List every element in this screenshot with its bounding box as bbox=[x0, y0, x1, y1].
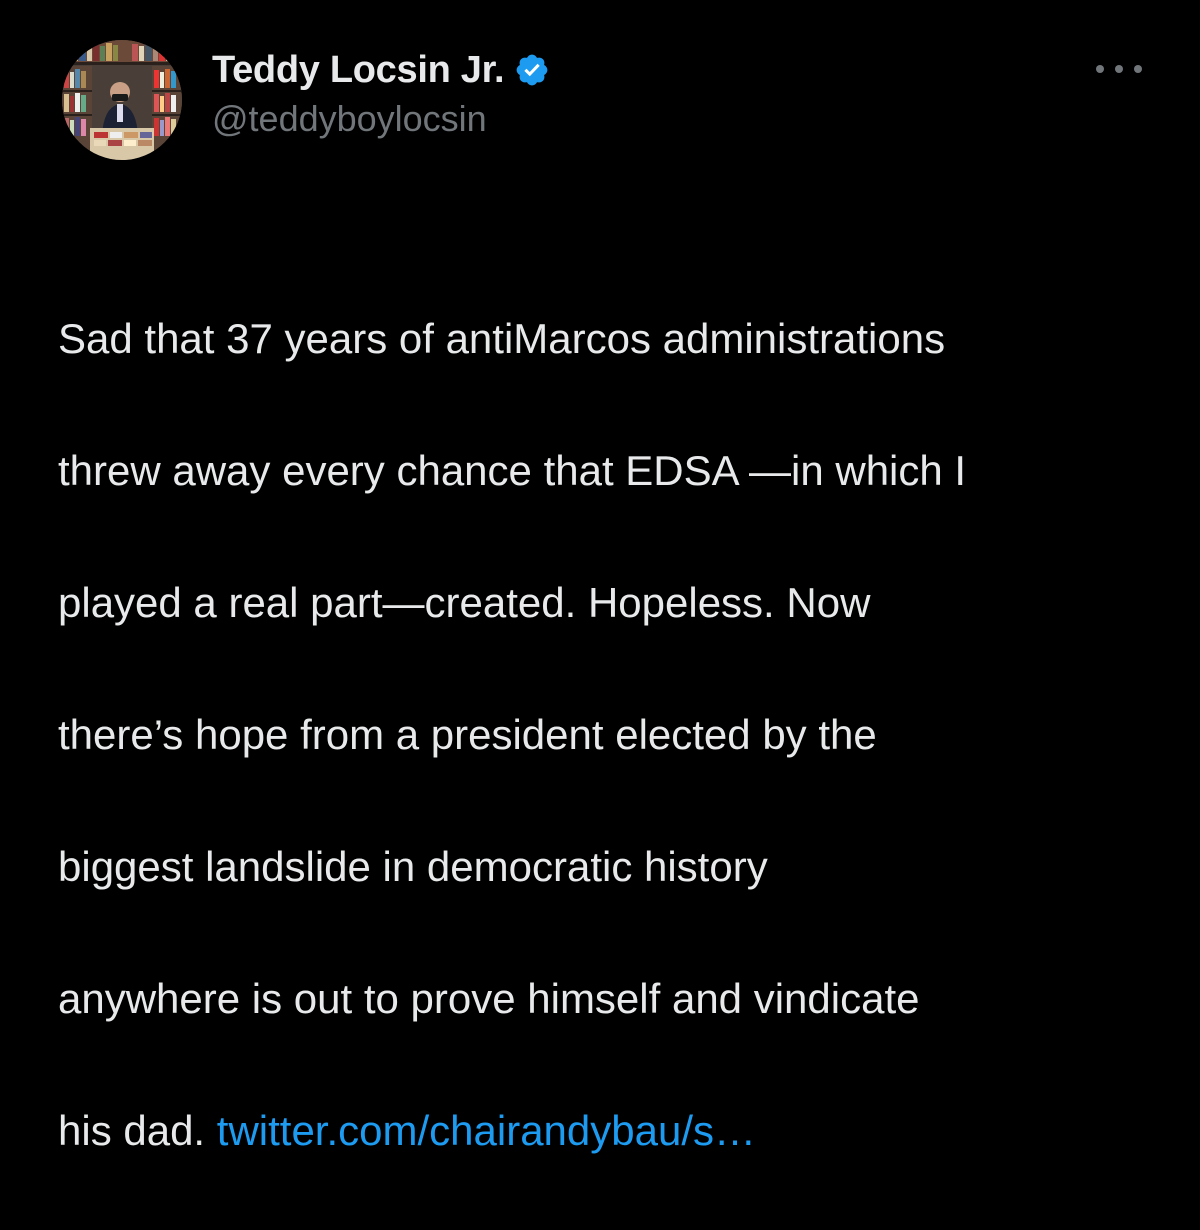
more-options-icon[interactable] bbox=[1096, 60, 1142, 78]
tweet-text-line-prefix: his dad. bbox=[58, 1107, 217, 1154]
tweet-text-line: anywhere is out to prove himself and vin… bbox=[58, 975, 920, 1022]
tweet-text-line: there’s hope from a president elected by… bbox=[58, 711, 877, 758]
tweet-text-line: played a real part—created. Hopeless. No… bbox=[58, 579, 871, 626]
tweet-text-line: Sad that 37 years of antiMarcos administ… bbox=[58, 315, 946, 362]
display-name[interactable]: Teddy Locsin Jr. bbox=[212, 49, 505, 92]
tweet-text-line: threw away every chance that EDSA —in wh… bbox=[58, 447, 967, 494]
verified-badge-icon[interactable] bbox=[514, 52, 550, 88]
more-dot bbox=[1134, 65, 1142, 73]
tweet-text-line: biggest landslide in democratic history bbox=[58, 843, 768, 890]
tweet-text-last-line: his dad. twitter.com/chairandybau/s… bbox=[58, 1098, 1158, 1164]
author-handle[interactable]: @teddyboylocsin bbox=[212, 98, 487, 140]
tweet-link[interactable]: twitter.com/chairandybau/s… bbox=[217, 1107, 756, 1154]
tweet: Teddy Locsin Jr. @teddyboylocsin Sad tha… bbox=[0, 0, 1200, 1154]
more-dot bbox=[1096, 65, 1104, 73]
author-name-row[interactable]: Teddy Locsin Jr. bbox=[212, 44, 550, 96]
avatar[interactable] bbox=[62, 40, 182, 160]
more-dot bbox=[1115, 65, 1123, 73]
tweet-text: Sad that 37 years of antiMarcos administ… bbox=[58, 240, 1158, 1230]
avatar-image bbox=[62, 40, 182, 160]
